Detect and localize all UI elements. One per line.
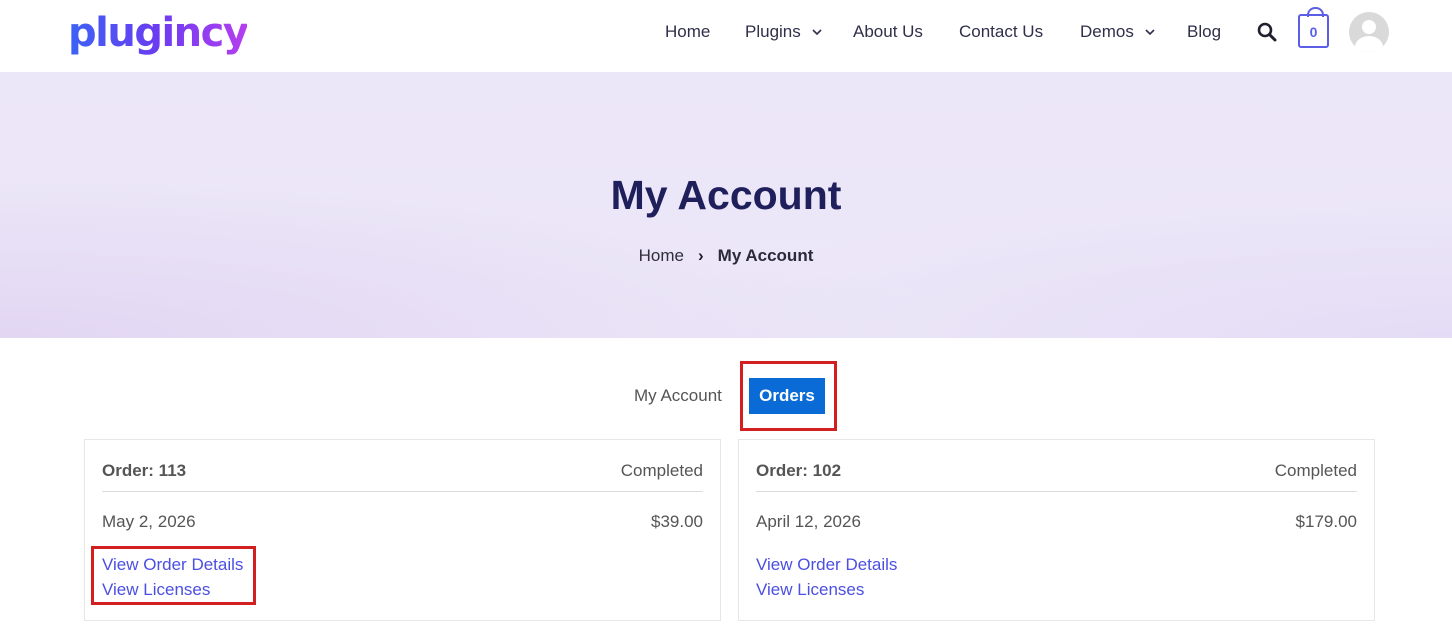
nav-label: Plugins <box>745 22 801 41</box>
chevron-down-icon <box>1145 29 1155 36</box>
nav-label: About Us <box>853 22 923 41</box>
divider <box>102 491 703 492</box>
cart-count: 0 <box>1309 24 1318 40</box>
tab-orders[interactable]: Orders <box>749 378 825 414</box>
order-meta: April 12, 2026 $179.00 <box>756 510 1357 534</box>
order-date: May 2, 2026 <box>102 512 196 531</box>
plugincy-logo[interactable]: plugincy <box>68 8 249 58</box>
order-header: Order: 113 Completed <box>102 459 703 483</box>
breadcrumb-separator-icon: › <box>697 246 704 265</box>
order-status: Completed <box>1274 461 1357 480</box>
order-date: April 12, 2026 <box>756 512 861 531</box>
order-total: $39.00 <box>651 512 703 531</box>
view-licenses-link[interactable]: View Licenses <box>102 578 210 602</box>
avatar-head-shape <box>1362 20 1376 34</box>
order-number: Order: 113 <box>102 461 187 480</box>
nav-item-demos[interactable]: Demos <box>1080 20 1156 44</box>
nav-item-about-us[interactable]: About Us <box>853 20 923 44</box>
page-title: My Account <box>610 172 842 218</box>
order-status: Completed <box>620 461 703 480</box>
order-total: $179.00 <box>1295 512 1357 531</box>
view-order-details-link[interactable]: View Order Details <box>756 553 897 577</box>
tab-my-account[interactable]: My Account <box>634 384 722 408</box>
nav-item-blog[interactable]: Blog <box>1187 20 1221 44</box>
nav-item-plugins[interactable]: Plugins <box>745 20 823 44</box>
order-meta: May 2, 2026 $39.00 <box>102 510 703 534</box>
cart-button[interactable]: 0 <box>1298 7 1329 48</box>
chevron-down-icon <box>812 29 822 36</box>
page-hero: My Account Home › My Account <box>0 72 1452 338</box>
view-licenses-link[interactable]: View Licenses <box>756 578 864 602</box>
avatar-body-shape <box>1355 36 1383 52</box>
breadcrumb-home-link[interactable]: Home <box>639 246 684 265</box>
order-card: Order: 113 Completed May 2, 2026 $39.00 … <box>84 439 721 621</box>
nav-label: Demos <box>1080 22 1134 41</box>
breadcrumb: Home › My Account <box>0 244 1452 268</box>
nav-item-contact-us[interactable]: Contact Us <box>959 20 1043 44</box>
view-order-details-link[interactable]: View Order Details <box>102 553 243 577</box>
site-header: plugincy Home Plugins About Us Contact U… <box>0 0 1452 72</box>
breadcrumb-current: My Account <box>717 246 814 265</box>
order-card: Order: 102 Completed April 12, 2026 $179… <box>738 439 1375 621</box>
nav-label: Home <box>665 22 711 41</box>
divider <box>756 491 1357 492</box>
order-header: Order: 102 Completed <box>756 459 1357 483</box>
nav-label: Blog <box>1187 22 1222 41</box>
nav-item-home[interactable]: Home <box>665 20 710 44</box>
nav-label: Contact Us <box>959 22 1044 41</box>
user-avatar[interactable] <box>1349 12 1389 52</box>
search-icon[interactable] <box>1256 21 1278 43</box>
order-number: Order: 102 <box>756 461 842 480</box>
